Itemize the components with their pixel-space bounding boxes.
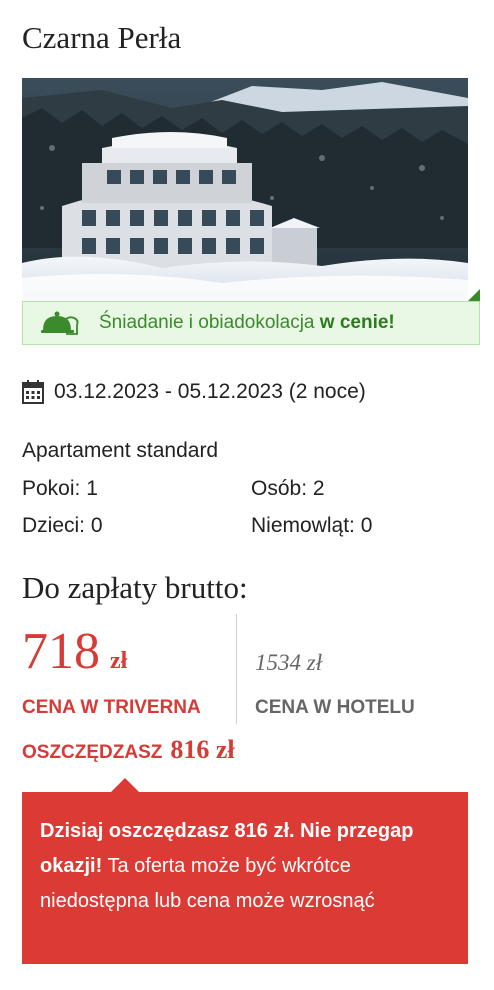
children-count: Dzieci: 0 — [22, 514, 103, 537]
savings-amount: 816 zł — [170, 735, 235, 764]
savings: OSZCZĘDZASZ 816 zł — [22, 735, 235, 765]
calendar-icon — [22, 380, 44, 404]
hotel-photo — [22, 78, 468, 300]
stay-dates: 03.12.2023 - 05.12.2023 (2 noce) — [22, 380, 366, 404]
promo-arrow — [111, 778, 139, 792]
rooms-count: Pokoi: 1 — [22, 477, 98, 500]
savings-label: OSZCZĘDZASZ — [22, 742, 163, 763]
triverna-price-currency: zł — [110, 648, 128, 674]
persons-count: Osób: 2 — [251, 477, 325, 500]
triverna-price: 718 zł — [22, 622, 127, 682]
meal-banner-highlight: w cenie! — [319, 312, 395, 333]
infants-count: Niemowląt: 0 — [251, 514, 373, 537]
triverna-price-value: 718 — [22, 623, 100, 680]
meal-cloche-icon — [41, 311, 79, 335]
triverna-price-label: CENA W TRIVERNA — [22, 697, 201, 718]
meal-banner: Śniadanie i obiadokolacja w cenie! — [22, 301, 480, 345]
meal-banner-text: Śniadanie i obiadokolacja w cenie! — [99, 312, 395, 333]
hotel-price: 1534 zł — [255, 650, 323, 675]
promo-box: Dzisiaj oszczędzasz 816 zł. Nie przegap … — [22, 792, 468, 964]
stay-dates-text: 03.12.2023 - 05.12.2023 (2 noce) — [54, 380, 366, 403]
price-divider — [236, 614, 237, 724]
banner-corner — [468, 289, 480, 301]
room-type: Apartament standard — [22, 439, 219, 462]
hotel-name: Czarna Perła — [22, 20, 182, 55]
hotel-price-label: CENA W HOTELU — [255, 697, 415, 718]
summary-title: Do zapłaty brutto: — [22, 570, 248, 605]
